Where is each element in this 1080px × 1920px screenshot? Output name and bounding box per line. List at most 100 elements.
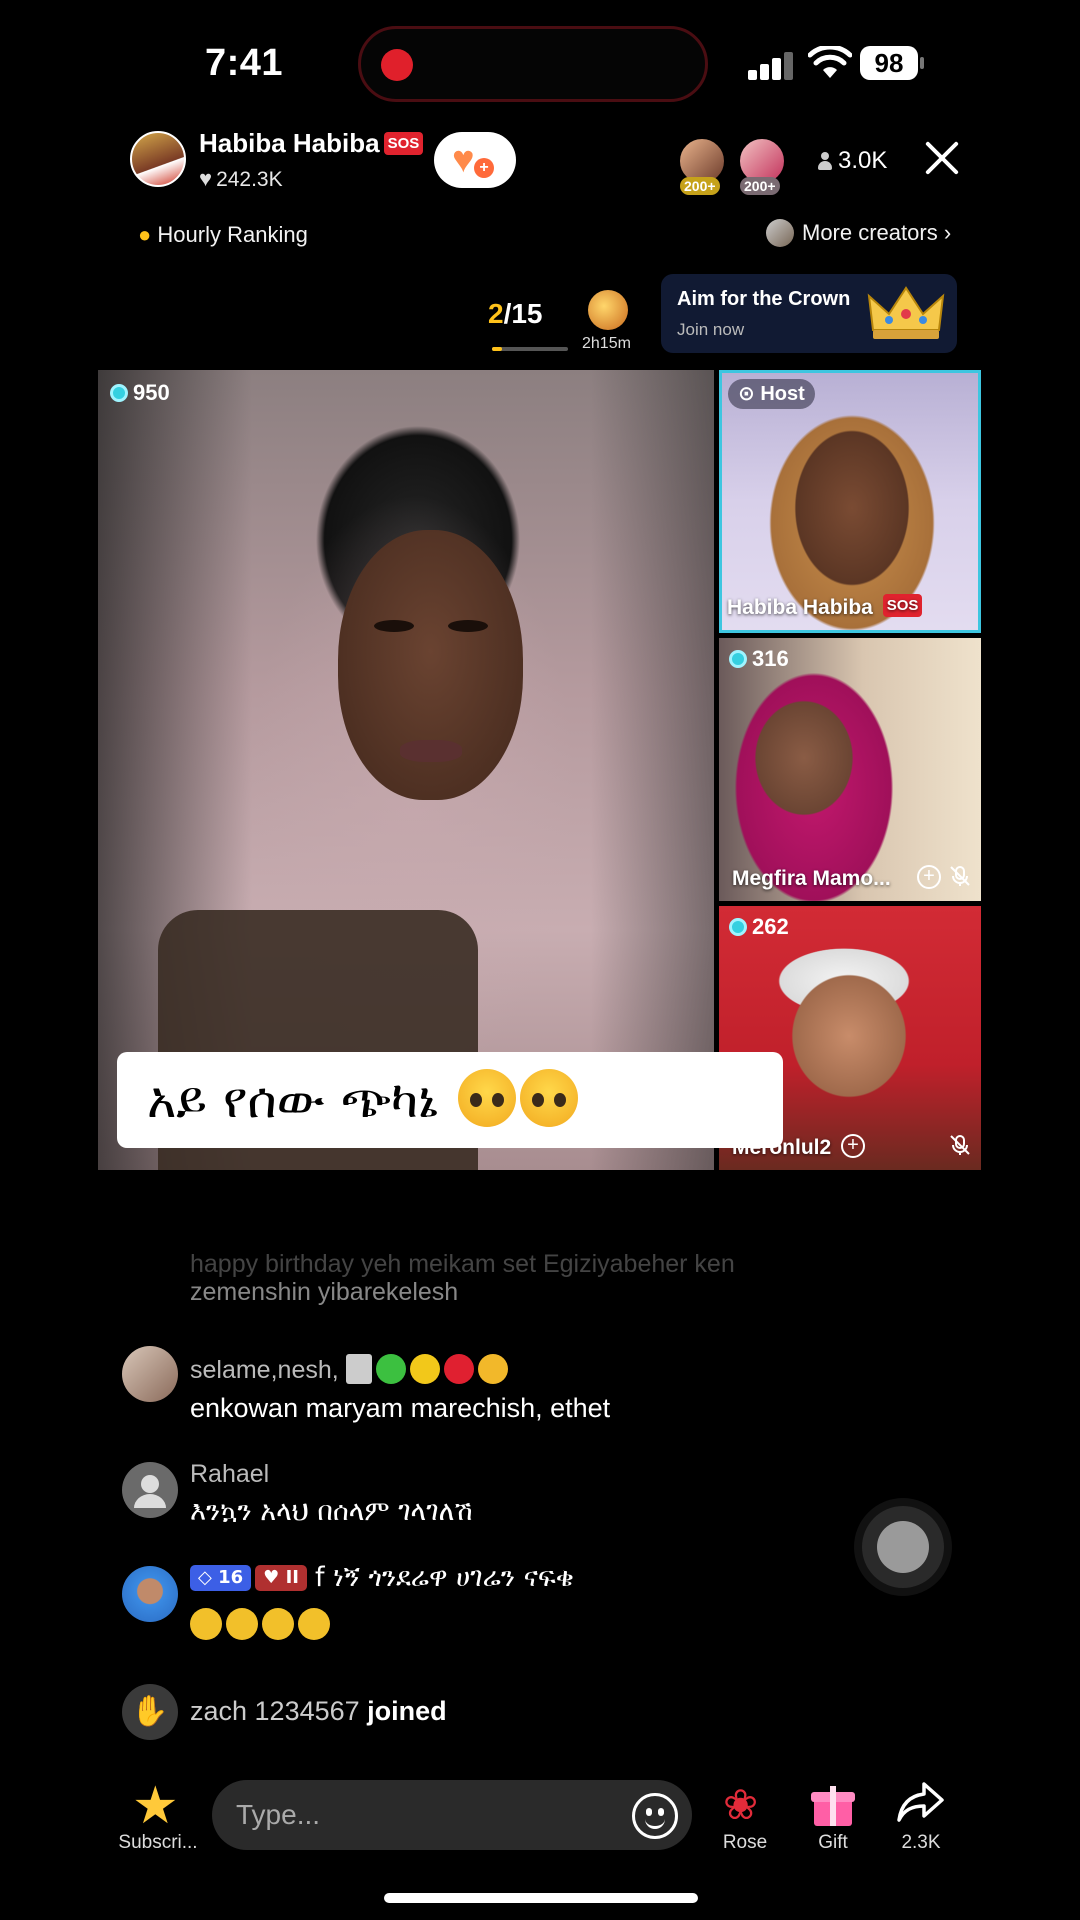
sos-badge: SOS bbox=[882, 594, 923, 617]
heart-plus-icon: ♥ bbox=[452, 139, 475, 181]
timer-icon[interactable] bbox=[588, 290, 628, 330]
host-tile-name: Habiba Habiba SOS bbox=[727, 594, 923, 620]
viewer-badge: 200+ bbox=[680, 177, 720, 195]
close-button[interactable] bbox=[920, 136, 964, 180]
gem-icon bbox=[110, 384, 128, 402]
gem-icon bbox=[729, 650, 747, 668]
person-icon bbox=[818, 152, 832, 170]
timer-text: 2h15m bbox=[582, 335, 631, 352]
host-tag-icon: ⊙ bbox=[738, 383, 755, 405]
yellow-heart-icon bbox=[409, 1354, 440, 1384]
chat-username[interactable]: Rahael bbox=[190, 1460, 269, 1489]
chat-avatar-default[interactable] bbox=[122, 1462, 178, 1518]
joined-user[interactable]: zach 1234567 bbox=[190, 1696, 360, 1726]
caption-overlay: አይ የሰው ጭካኔ bbox=[117, 1052, 783, 1148]
host-video-tile[interactable]: ⊙ Host Habiba Habiba SOS bbox=[719, 370, 981, 633]
host-tag: ⊙ Host bbox=[728, 379, 815, 409]
crying-face-icon bbox=[262, 1608, 294, 1640]
wave-hand-icon: ✋ bbox=[122, 1684, 178, 1740]
follow-button[interactable]: ♥ + bbox=[434, 132, 516, 188]
chat-avatar[interactable] bbox=[122, 1346, 178, 1402]
rose-icon[interactable]: ❀ bbox=[723, 1780, 758, 1829]
add-guest-icon[interactable]: + bbox=[917, 865, 941, 889]
host-likes: ♥ 242.3K bbox=[199, 166, 283, 192]
gift-icon[interactable] bbox=[811, 1786, 855, 1826]
crown-subtitle: Join now bbox=[677, 320, 745, 339]
caption-text: አይ የሰው ጭካኔ bbox=[147, 1071, 438, 1129]
guest-name: Megfira Mamo... bbox=[732, 867, 891, 890]
chat-message: እንኳን አላህ በሰላም ገላገለሽ bbox=[190, 1496, 473, 1527]
host-avatar[interactable] bbox=[130, 131, 186, 187]
viewer-count[interactable]: 3.0K bbox=[818, 147, 887, 175]
participant-face bbox=[338, 530, 523, 800]
creator-avatar bbox=[766, 219, 794, 247]
rose-label[interactable]: Rose bbox=[710, 1832, 780, 1854]
crying-face-icon bbox=[298, 1608, 330, 1640]
main-video[interactable]: 950 bbox=[98, 370, 714, 1170]
wifi-icon bbox=[808, 46, 852, 78]
crown-title: Aim for the Crown bbox=[677, 288, 851, 310]
hourly-ranking[interactable]: ● Hourly Ranking bbox=[138, 222, 308, 248]
likes-count: 242.3K bbox=[216, 168, 283, 191]
sos-badge: SOS bbox=[383, 132, 424, 155]
chat-faded-line: zemenshin yibarekelesh bbox=[190, 1278, 459, 1306]
floating-assistive-button[interactable] bbox=[862, 1506, 944, 1588]
chat-message: enkowan maryam marechish, ethet bbox=[190, 1393, 611, 1423]
recording-dot-icon bbox=[381, 49, 413, 81]
church-icon bbox=[345, 1354, 372, 1384]
host-name-text: Habiba Habiba bbox=[199, 128, 380, 158]
crown-icon bbox=[867, 286, 945, 339]
status-time: 7:41 bbox=[205, 42, 284, 84]
plus-icon: + bbox=[474, 158, 494, 178]
pleading-face-icon bbox=[457, 1069, 516, 1127]
more-creators-label: More creators bbox=[802, 220, 938, 245]
guest-video-tile[interactable]: 316 Megfira Mamo... + bbox=[719, 638, 981, 901]
chat-emoji-row bbox=[190, 1608, 334, 1641]
share-icon[interactable] bbox=[896, 1778, 946, 1828]
viewer-badge: 200+ bbox=[740, 177, 780, 195]
heart-icon: ♥ bbox=[199, 166, 213, 191]
dynamic-island bbox=[358, 26, 708, 102]
chat-faded-line: happy birthday yeh meikam set Egiziyabeh… bbox=[190, 1250, 735, 1278]
mic-off-icon bbox=[950, 866, 970, 886]
gem-icon bbox=[729, 918, 747, 936]
joined-label: joined bbox=[367, 1696, 447, 1726]
ranking-label: Hourly Ranking bbox=[157, 222, 308, 247]
pleading-face-icon bbox=[519, 1069, 578, 1127]
cellular-signal-icon bbox=[748, 52, 794, 80]
flame-icon: ● bbox=[138, 222, 152, 247]
gift-label[interactable]: Gift bbox=[798, 1832, 868, 1854]
battery-cap bbox=[920, 57, 924, 69]
emoji-picker-icon[interactable] bbox=[632, 1793, 678, 1839]
viewer-count-text: 3.0K bbox=[838, 147, 888, 174]
comment-input[interactable] bbox=[212, 1780, 692, 1850]
rank-position[interactable]: 2/15 bbox=[488, 298, 543, 330]
shocked-face-icon bbox=[477, 1354, 508, 1384]
aim-for-crown-card[interactable]: Aim for the Crown Join now bbox=[661, 274, 957, 353]
fan-club-badge: ♥ II bbox=[255, 1565, 307, 1591]
share-count[interactable]: 2.3K bbox=[881, 1832, 961, 1854]
subscribe-star-icon[interactable]: ★ bbox=[132, 1780, 179, 1832]
subscribe-label[interactable]: Subscri... bbox=[116, 1832, 200, 1854]
rank-total: /15 bbox=[503, 298, 543, 329]
main-score: 950 bbox=[110, 380, 170, 406]
battery-indicator: 98 bbox=[860, 46, 918, 80]
green-heart-icon bbox=[375, 1354, 406, 1384]
more-creators-link[interactable]: More creators › bbox=[766, 219, 951, 247]
person-placeholder-icon bbox=[134, 1475, 166, 1508]
chat-avatar[interactable] bbox=[122, 1566, 178, 1622]
red-heart-icon bbox=[443, 1354, 474, 1384]
chat-message-text: f ነኝ ጎንደሬዋ ሀገሬን ናፍቄ bbox=[314, 1562, 574, 1593]
home-indicator[interactable] bbox=[384, 1893, 698, 1903]
chat-username[interactable]: selame,nesh, bbox=[190, 1354, 512, 1385]
level-badge: ◇ 16 bbox=[190, 1565, 252, 1591]
add-guest-icon[interactable]: + bbox=[841, 1134, 865, 1158]
host-name[interactable]: Habiba Habiba SOS bbox=[199, 128, 424, 159]
rank-progress-fill bbox=[492, 347, 502, 351]
rank-current: 2 bbox=[488, 298, 504, 329]
guest-score: 262 bbox=[729, 914, 789, 940]
guest-score: 316 bbox=[729, 646, 789, 672]
crying-face-icon bbox=[226, 1608, 258, 1640]
joined-notice: zach 1234567 joined bbox=[190, 1696, 447, 1727]
rank-progress-bar bbox=[492, 347, 568, 351]
